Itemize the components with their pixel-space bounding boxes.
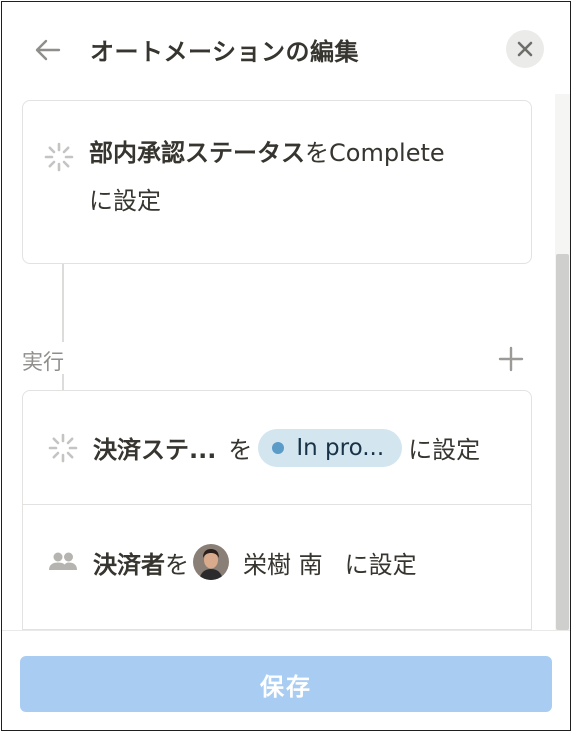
page-title: オートメーションの編集 [90, 38, 360, 66]
back-button[interactable] [28, 30, 68, 70]
action-row-status[interactable]: 決済ステ... を In pro... に設定 [23, 391, 531, 505]
action-suffix: に設定 [344, 550, 417, 579]
action-description: 決済ステ... を In pro... に設定 [93, 428, 481, 467]
status-dot [272, 441, 285, 454]
action-suffix: に設定 [408, 436, 481, 464]
action-row-person[interactable]: 決済者を 栄樹 南 に設定 [23, 505, 531, 619]
person-avatar-image [193, 544, 229, 580]
panel-header: オートメーションの編集 [2, 2, 570, 94]
trigger-value: Complete [329, 139, 445, 167]
action-property: 決済者 [93, 550, 165, 579]
panel-footer: 保存 [2, 630, 570, 730]
automation-scroll-area[interactable]: 部内承認ステータスをComplete に設定 実行 決済ステ... を In p… [2, 94, 570, 630]
status-value-label: In pro... [296, 434, 385, 461]
people-icon [49, 552, 77, 570]
automation-edit-panel: オートメーションの編集 部内承認ステータスをComplete に設定 実行 決済… [1, 1, 571, 731]
actions-card: 決済ステ... を In pro... に設定 決済者 を 栄樹 南 に設定 [22, 390, 532, 630]
close-icon [517, 41, 533, 57]
save-button[interactable]: 保存 [20, 656, 552, 712]
trigger-property: 部内承認ステータス [89, 139, 305, 167]
spinner-icon [44, 142, 74, 172]
avatar[interactable] [193, 544, 229, 580]
action-property: 決済ステ... [93, 436, 217, 464]
trigger-particle: を [305, 139, 329, 167]
scrollbar-track[interactable] [555, 94, 570, 630]
connector-line-bottom [62, 374, 64, 390]
trigger-description: 部内承認ステータスをComplete に設定 [89, 129, 445, 225]
add-action-button[interactable] [496, 344, 526, 374]
plus-icon [498, 346, 524, 372]
action-description: 決済者を 栄樹 南 に設定 [93, 544, 417, 580]
connector-line-top [62, 264, 64, 342]
actions-section-label: 実行 [22, 350, 64, 374]
scrollbar-thumb[interactable] [556, 254, 569, 630]
status-value-pill[interactable]: In pro... [258, 428, 403, 467]
trigger-suffix: に設定 [89, 187, 161, 215]
action-particle: を [228, 436, 253, 464]
trigger-row: 部内承認ステータスをComplete に設定 [43, 137, 511, 225]
close-button[interactable] [506, 30, 544, 68]
arrow-left-icon [35, 39, 61, 61]
trigger-card[interactable]: 部内承認ステータスをComplete に設定 [22, 100, 532, 264]
action-particle: を [165, 550, 189, 579]
person-name: 栄樹 南 [243, 550, 323, 579]
spinner-icon [48, 433, 78, 462]
